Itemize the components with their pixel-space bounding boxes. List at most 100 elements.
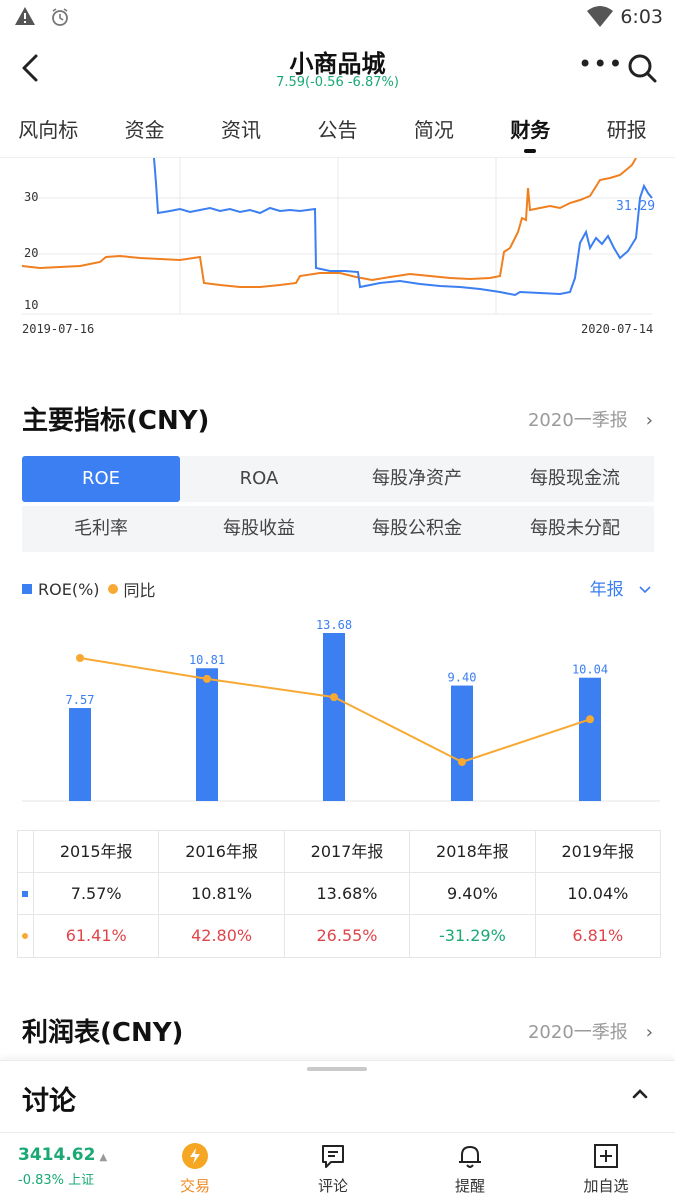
status-time: 6:03 [620, 6, 663, 28]
legend-bar-swatch [22, 584, 32, 594]
tab-zixun[interactable]: 资讯 [193, 102, 289, 157]
roe-bar-chart: 7.57 10.81 13.68 9.40 10.04 [22, 618, 660, 802]
period-select-label: 年报 [589, 580, 624, 600]
roe-bar-label: 7.57 [66, 693, 95, 707]
price-start-date: 2019-07-16 [22, 322, 95, 336]
indicator-grid: ROE ROA 每股净资产 每股现金流 毛利率 每股收益 每股公积金 每股未分配 [22, 456, 654, 552]
table-marker-cell [18, 915, 34, 957]
search-icon[interactable] [626, 52, 658, 84]
roe-bar-label: 10.04 [572, 663, 608, 677]
table-row-roe: 7.57% 10.81% 13.68% 9.40% 10.04% [18, 873, 660, 915]
main-indicators-period: 2020一季报 [527, 410, 628, 431]
yoy-point [330, 693, 338, 702]
table-cell: 10.04% [567, 884, 629, 903]
stock-name: 小商品城 [289, 50, 386, 78]
tab-jiankuang[interactable]: 简况 [386, 102, 482, 157]
income-period-link[interactable]: 2020一季报 › [528, 1018, 653, 1044]
price-y-tick: 10 [24, 298, 38, 312]
chart-legend: ROE(%) 同比 [22, 577, 156, 601]
roe-bar [69, 708, 91, 801]
roe-bar [323, 633, 345, 801]
table-cell: 61.41% [34, 915, 160, 957]
bell-icon [459, 1146, 481, 1168]
section-tabs: 风向标 资金 资讯 公告 简况 财务 研报 [0, 102, 675, 158]
table-cell: -31.29% [410, 915, 536, 957]
table-cell: 42.80% [159, 915, 285, 957]
tab-caiwu[interactable]: 财务 [482, 102, 578, 157]
bottom-nav: 3414.62 ▲ -0.83% 上证 交易 评论 提醒 加自选 [0, 1132, 675, 1200]
table-row-yoy: 61.41% 42.80% 26.55% -31.29% 6.81% [18, 915, 660, 957]
roe-bar-label: 10.81 [189, 653, 225, 667]
orange-price-line [21, 158, 637, 288]
table-header-cell: 2018年报 [410, 831, 536, 872]
indicator-bvps-button[interactable]: 每股净资产 [338, 456, 496, 502]
income-statement-title: 利润表(CNY) [22, 1018, 184, 1048]
price-history-chart: 30 20 10 31.29 [21, 158, 655, 315]
indicator-cfps-button[interactable]: 每股现金流 [496, 456, 654, 502]
tab-zijin[interactable]: 资金 [96, 102, 192, 157]
comment-icon [322, 1145, 344, 1168]
indicator-gross-margin-button[interactable]: 毛利率 [22, 506, 180, 552]
table-cell: 10.81% [159, 873, 285, 914]
discussion-title: 讨论 [22, 1086, 76, 1117]
index-change: -0.83% 上证 [18, 1173, 95, 1188]
main-indicators-period-link[interactable]: 2020一季报 › [528, 406, 653, 432]
main-indicators-title: 主要指标(CNY) [22, 406, 210, 436]
yoy-point [203, 674, 211, 683]
roe-bar-label: 9.40 [448, 671, 477, 685]
nav-trade[interactable]: 交易 [155, 1141, 235, 1196]
wifi-icon [587, 6, 613, 27]
index-ticker[interactable]: 3414.62 ▲ -0.83% 上证 [18, 1145, 107, 1188]
chevron-down-icon [639, 586, 651, 594]
status-bar: 6:03 [0, 0, 675, 36]
legend-line-label: 同比 [123, 581, 156, 600]
roe-bar-label: 13.68 [316, 618, 352, 632]
roe-bar [196, 668, 218, 801]
tab-fengxiangbiao[interactable]: 风向标 [0, 102, 96, 157]
table-marker-cell [18, 873, 34, 914]
nav-comment[interactable]: 评论 [293, 1141, 373, 1196]
indicator-undistributed-button[interactable]: 每股未分配 [496, 506, 654, 552]
table-cell: 26.55% [285, 915, 411, 957]
nav-alert-label: 提醒 [454, 1177, 485, 1195]
nav-add-watchlist-label: 加自选 [583, 1177, 629, 1195]
index-value: 3414.62 [18, 1145, 96, 1165]
table-marker-cell [18, 831, 34, 872]
alarm-icon [52, 8, 68, 26]
price-y-tick: 30 [24, 190, 38, 204]
price-end-date: 2020-07-14 [581, 322, 654, 336]
chevron-right-icon: › [645, 410, 653, 431]
more-menu-icon[interactable]: ••• [578, 50, 623, 78]
tab-yanbao[interactable]: 研报 [579, 102, 675, 157]
tab-gonggao[interactable]: 公告 [289, 102, 385, 157]
table-cell: 7.57% [34, 873, 160, 914]
chevron-up-icon[interactable] [629, 1083, 651, 1105]
yoy-marker [22, 933, 28, 939]
nav-alert[interactable]: 提醒 [430, 1141, 510, 1196]
roe-bar [451, 685, 473, 801]
warning-icon [15, 7, 35, 25]
table-header-cell: 2019年报 [561, 842, 635, 861]
indicator-capital-reserve-button[interactable]: 每股公积金 [338, 506, 496, 552]
trade-icon [182, 1143, 208, 1169]
indicator-roa-button[interactable]: ROA [180, 456, 338, 502]
table-cell: 9.40% [410, 873, 536, 914]
indicator-roe-button[interactable]: ROE [22, 456, 180, 502]
triangle-up-icon: ▲ [99, 1152, 108, 1163]
income-period: 2020一季报 [527, 1022, 628, 1043]
yoy-point [76, 654, 84, 662]
roe-marker [22, 891, 28, 897]
yoy-point [458, 758, 466, 766]
drag-handle[interactable] [307, 1067, 367, 1071]
table-cell: 13.68% [285, 873, 411, 914]
legend-bar-label: ROE(%) [38, 579, 100, 599]
period-select[interactable]: 年报 [590, 575, 653, 600]
price-y-tick: 20 [24, 246, 38, 260]
nav-comment-label: 评论 [317, 1177, 348, 1195]
discussion-panel[interactable]: 讨论 [0, 1060, 675, 1132]
table-header-cell: 2016年报 [159, 831, 285, 872]
nav-add-watchlist[interactable]: 加自选 [566, 1141, 646, 1196]
indicator-eps-button[interactable]: 每股收益 [180, 506, 338, 552]
chevron-right-icon: › [645, 1022, 653, 1043]
table-header-cell: 2017年报 [285, 831, 411, 872]
